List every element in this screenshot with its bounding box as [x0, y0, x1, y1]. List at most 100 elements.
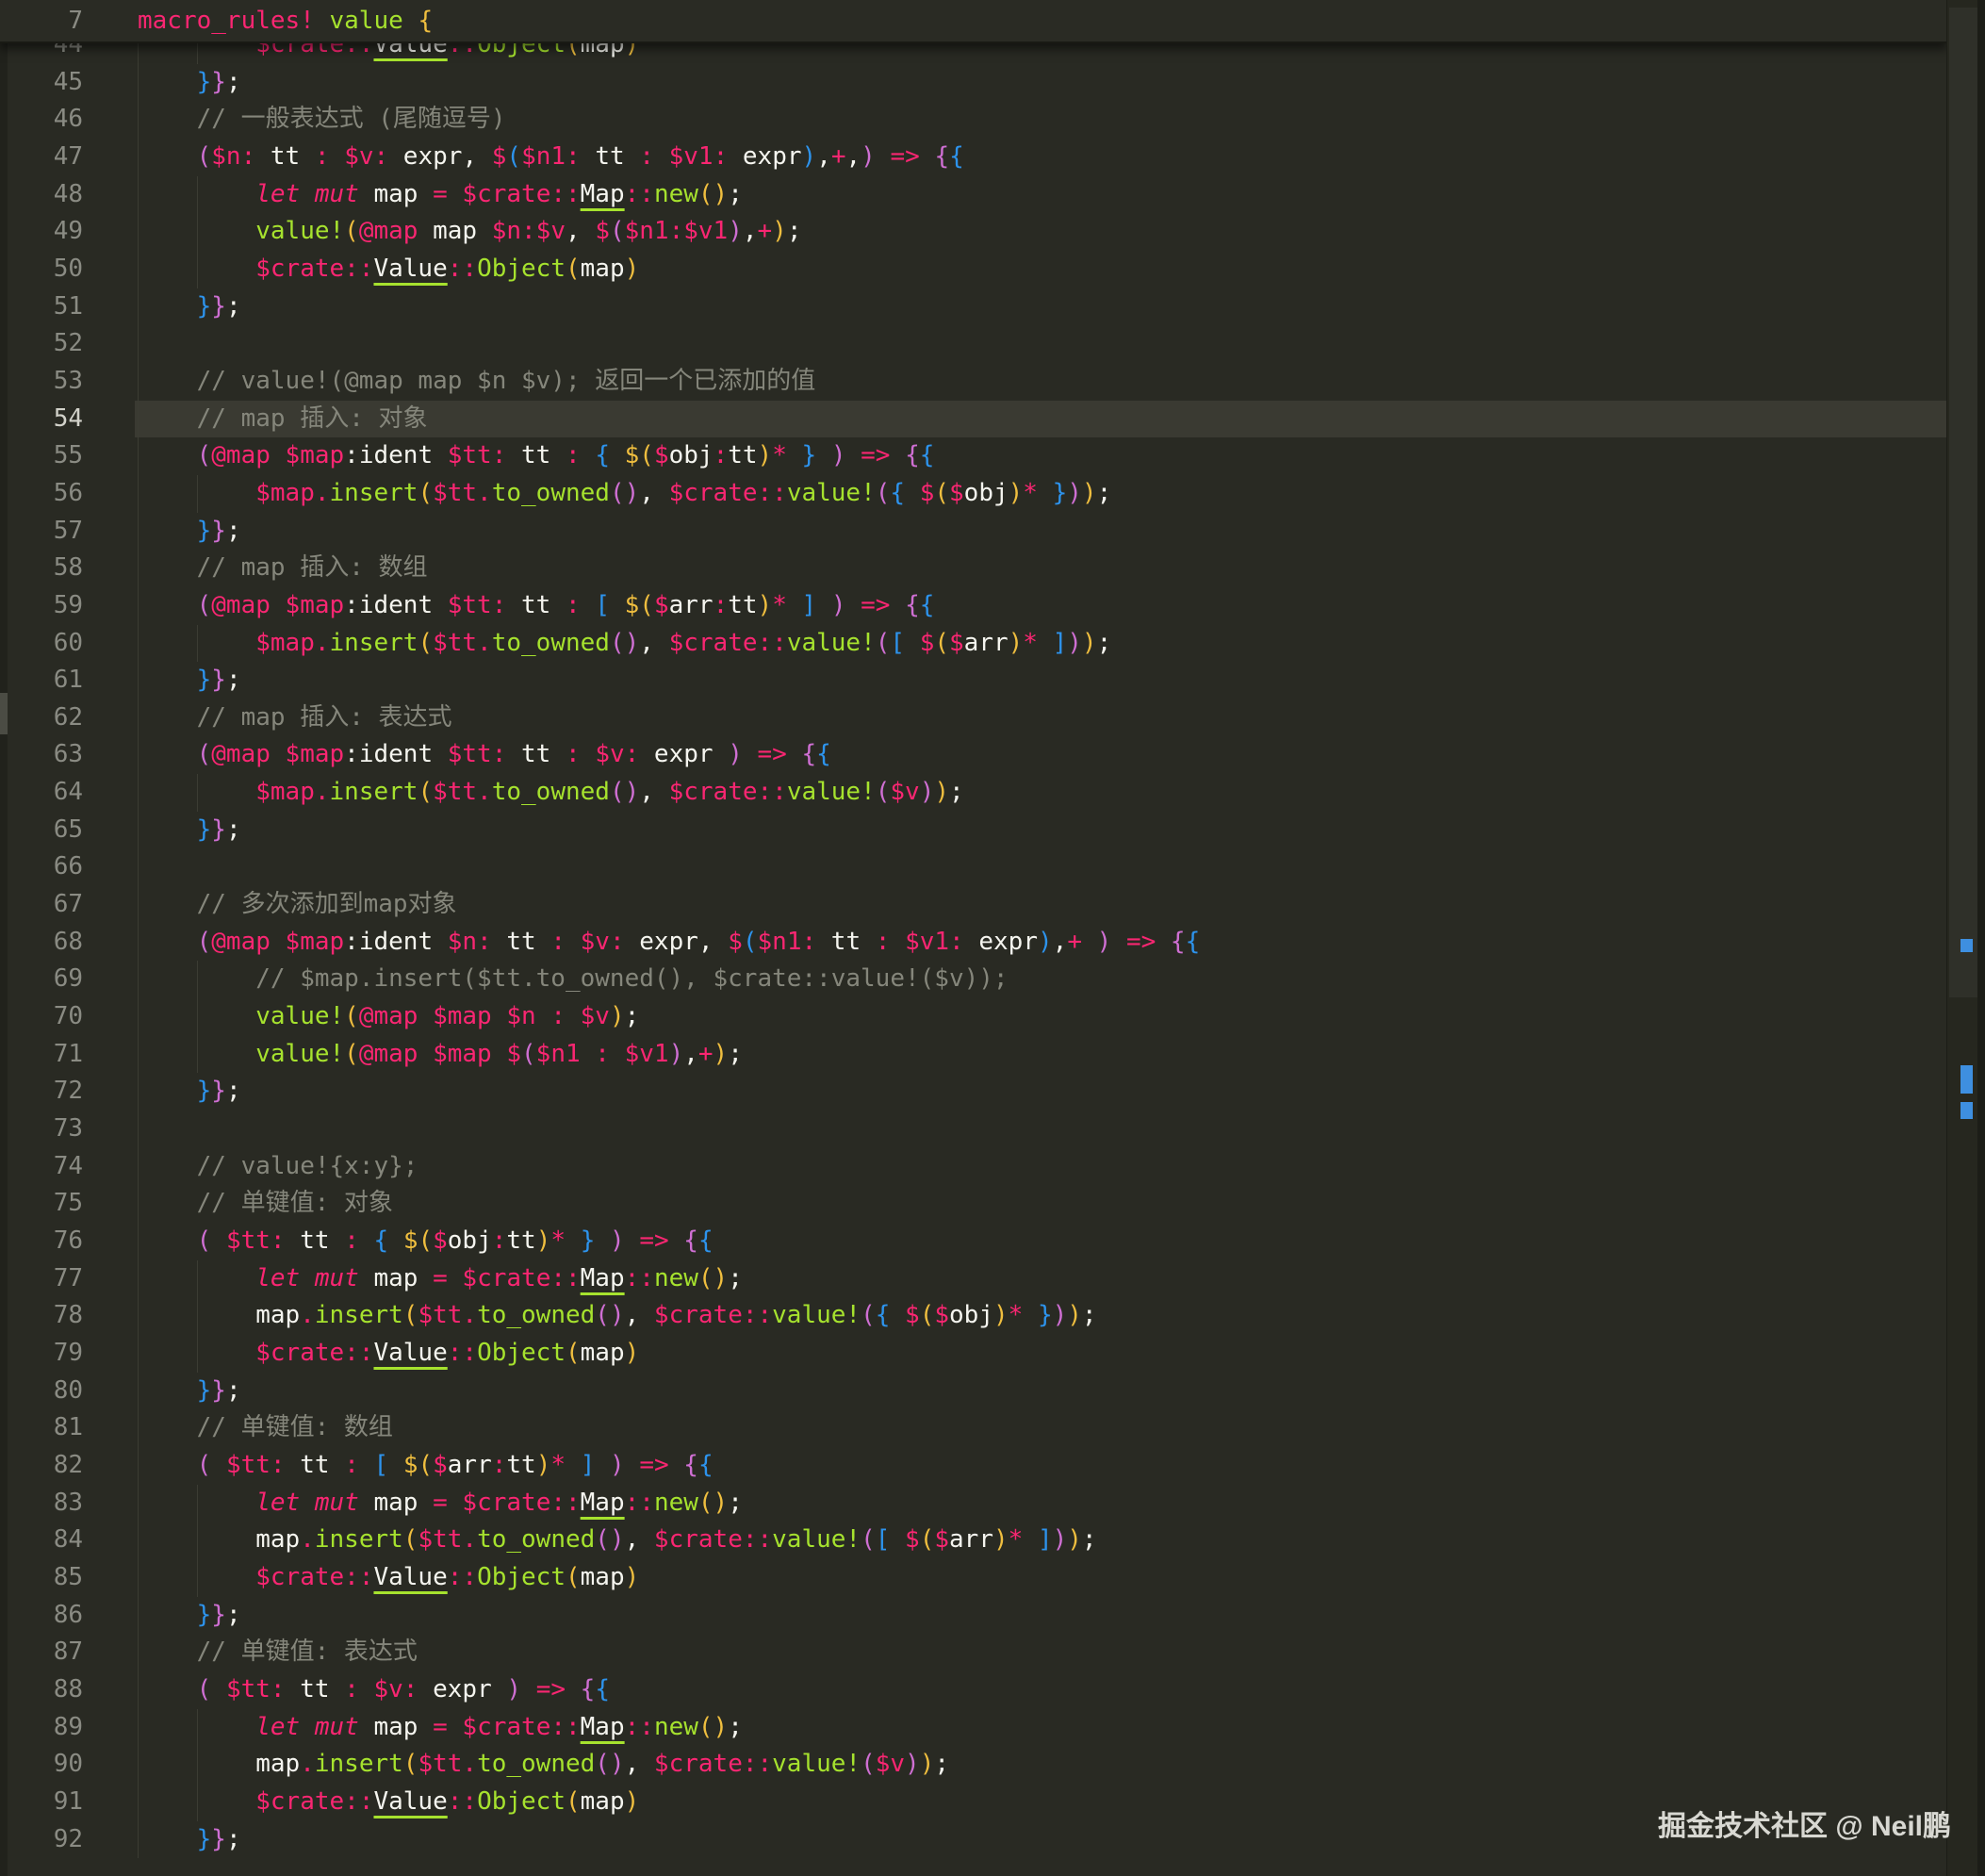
line-number[interactable]: 50	[0, 251, 104, 288]
code-line[interactable]: 70 value!(@map $map $n : $v);	[0, 998, 1947, 1036]
code-line[interactable]: 46 // 一般表达式 (尾随逗号)	[0, 101, 1947, 139]
code-line[interactable]: 60 $map.insert($tt.to_owned(), $crate::v…	[0, 625, 1947, 663]
code-line[interactable]: 88 ( $tt: tt : $v: expr ) => {{	[0, 1671, 1947, 1709]
code-line[interactable]: 62 // map 插入: 表达式	[0, 699, 1947, 737]
line-number[interactable]: 92	[0, 1821, 104, 1859]
line-number[interactable]: 49	[0, 213, 104, 251]
line-number[interactable]: 76	[0, 1223, 104, 1260]
code-line[interactable]: 89 let mut map = $crate::Map::new();	[0, 1709, 1947, 1747]
line-number[interactable]: 60	[0, 625, 104, 663]
code-line[interactable]: 80 }};	[0, 1373, 1947, 1410]
line-number[interactable]: 7	[0, 0, 104, 41]
code-line[interactable]: 50 $crate::Value::Object(map)	[0, 251, 1947, 288]
code-line[interactable]: 53 // value!(@map map $n $v); 返回一个已添加的值	[0, 363, 1947, 401]
line-number[interactable]: 84	[0, 1522, 104, 1559]
code-line[interactable]: 63 (@map $map:ident $tt: tt : $v: expr )…	[0, 736, 1947, 774]
line-number[interactable]: 90	[0, 1746, 104, 1784]
line-number[interactable]: 64	[0, 774, 104, 812]
line-number[interactable]: 86	[0, 1597, 104, 1635]
code-line[interactable]: 85 $crate::Value::Object(map)	[0, 1559, 1947, 1597]
line-number[interactable]: 47	[0, 139, 104, 176]
code-line[interactable]: 84 map.insert($tt.to_owned(), $crate::va…	[0, 1522, 1947, 1559]
line-number[interactable]: 55	[0, 437, 104, 475]
line-number[interactable]: 83	[0, 1485, 104, 1522]
line-number[interactable]: 65	[0, 812, 104, 849]
line-number[interactable]: 91	[0, 1784, 104, 1821]
code-line[interactable]: 45 }};	[0, 64, 1947, 102]
line-number[interactable]: 74	[0, 1148, 104, 1186]
code-line[interactable]: 51 }};	[0, 288, 1947, 326]
line-number[interactable]: 67	[0, 886, 104, 924]
line-number[interactable]: 53	[0, 363, 104, 401]
line-number[interactable]: 80	[0, 1373, 104, 1410]
line-number[interactable]: 46	[0, 101, 104, 139]
code-line[interactable]: 54 // map 插入: 对象	[0, 401, 1947, 438]
left-scrollbar-thumb[interactable]	[0, 693, 8, 734]
line-number[interactable]: 78	[0, 1297, 104, 1335]
line-number[interactable]: 79	[0, 1335, 104, 1373]
line-number[interactable]: 72	[0, 1073, 104, 1111]
line-number[interactable]: 54	[0, 401, 104, 438]
line-number[interactable]: 63	[0, 736, 104, 774]
line-number[interactable]: 82	[0, 1447, 104, 1485]
code-line[interactable]: 65 }};	[0, 812, 1947, 849]
line-number[interactable]: 70	[0, 998, 104, 1036]
line-number[interactable]: 51	[0, 288, 104, 326]
scrollbar-thumb[interactable]	[1949, 8, 1977, 997]
code-line[interactable]: 75 // 单键值: 对象	[0, 1185, 1947, 1223]
code-line[interactable]: 58 // map 插入: 数组	[0, 550, 1947, 587]
code-line[interactable]: 74 // value!{x:y};	[0, 1148, 1947, 1186]
code-line[interactable]: 90 map.insert($tt.to_owned(), $crate::va…	[0, 1746, 1947, 1784]
line-number[interactable]: 87	[0, 1634, 104, 1671]
code-line[interactable]: 48 let mut map = $crate::Map::new();	[0, 176, 1947, 214]
code-line[interactable]: 71 value!(@map $map $($n1 : $v1),+);	[0, 1036, 1947, 1074]
code-line[interactable]: 67 // 多次添加到map对象	[0, 886, 1947, 924]
code-line[interactable]: 47 ($n: tt : $v: expr, $($n1: tt : $v1: …	[0, 139, 1947, 176]
code-line[interactable]: 86 }};	[0, 1597, 1947, 1635]
code-line[interactable]: 66	[0, 848, 1947, 886]
line-number[interactable]: 88	[0, 1671, 104, 1709]
code-line[interactable]: 82 ( $tt: tt : [ $($arr:tt)* ] ) => {{	[0, 1447, 1947, 1485]
code-line[interactable]: 76 ( $tt: tt : { $($obj:tt)* } ) => {{	[0, 1223, 1947, 1260]
line-number[interactable]: 66	[0, 848, 104, 886]
code-line[interactable]: 77 let mut map = $crate::Map::new();	[0, 1260, 1947, 1298]
code-line[interactable]: 57 }};	[0, 513, 1947, 551]
code-line[interactable]: 92 }};	[0, 1821, 1947, 1859]
code-line[interactable]: 83 let mut map = $crate::Map::new();	[0, 1485, 1947, 1522]
line-number[interactable]: 59	[0, 587, 104, 625]
code-line[interactable]: 91 $crate::Value::Object(map)	[0, 1784, 1947, 1821]
code-line[interactable]: 68 (@map $map:ident $n: tt : $v: expr, $…	[0, 924, 1947, 962]
line-number[interactable]: 52	[0, 325, 104, 363]
line-number[interactable]: 89	[0, 1709, 104, 1747]
code-line[interactable]: 87 // 单键值: 表达式	[0, 1634, 1947, 1671]
line-number[interactable]: 58	[0, 550, 104, 587]
code-line[interactable]: 55 (@map $map:ident $tt: tt : { $($obj:t…	[0, 437, 1947, 475]
line-number[interactable]: 57	[0, 513, 104, 551]
line-number[interactable]: 68	[0, 924, 104, 962]
code-line[interactable]: 61 }};	[0, 662, 1947, 699]
sticky-scroll-header[interactable]: 7macro_rules! value {	[0, 0, 1947, 43]
code-line[interactable]: 64 $map.insert($tt.to_owned(), $crate::v…	[0, 774, 1947, 812]
code-line[interactable]: 81 // 单键值: 数组	[0, 1409, 1947, 1447]
line-number[interactable]: 81	[0, 1409, 104, 1447]
line-number[interactable]: 73	[0, 1111, 104, 1148]
code-line[interactable]: 79 $crate::Value::Object(map)	[0, 1335, 1947, 1373]
line-number[interactable]: 62	[0, 699, 104, 737]
code-line[interactable]: 72 }};	[0, 1073, 1947, 1111]
line-number[interactable]: 69	[0, 961, 104, 998]
code-line[interactable]: 59 (@map $map:ident $tt: tt : [ $($arr:t…	[0, 587, 1947, 625]
line-number[interactable]: 75	[0, 1185, 104, 1223]
line-number[interactable]: 56	[0, 475, 104, 513]
code-line[interactable]: 78 map.insert($tt.to_owned(), $crate::va…	[0, 1297, 1947, 1335]
line-number[interactable]: 71	[0, 1036, 104, 1074]
line-number[interactable]: 48	[0, 176, 104, 214]
line-number[interactable]: 45	[0, 64, 104, 102]
line-number[interactable]: 61	[0, 662, 104, 699]
line-number[interactable]: 77	[0, 1260, 104, 1298]
code-line[interactable]: 49 value!(@map map $n:$v, $($n1:$v1),+);	[0, 213, 1947, 251]
code-line[interactable]: 69 // $map.insert($tt.to_owned(), $crate…	[0, 961, 1947, 998]
line-number[interactable]: 85	[0, 1559, 104, 1597]
code-line[interactable]: 56 $map.insert($tt.to_owned(), $crate::v…	[0, 475, 1947, 513]
code-line[interactable]: 73	[0, 1111, 1947, 1148]
code-line[interactable]: 52	[0, 325, 1947, 363]
